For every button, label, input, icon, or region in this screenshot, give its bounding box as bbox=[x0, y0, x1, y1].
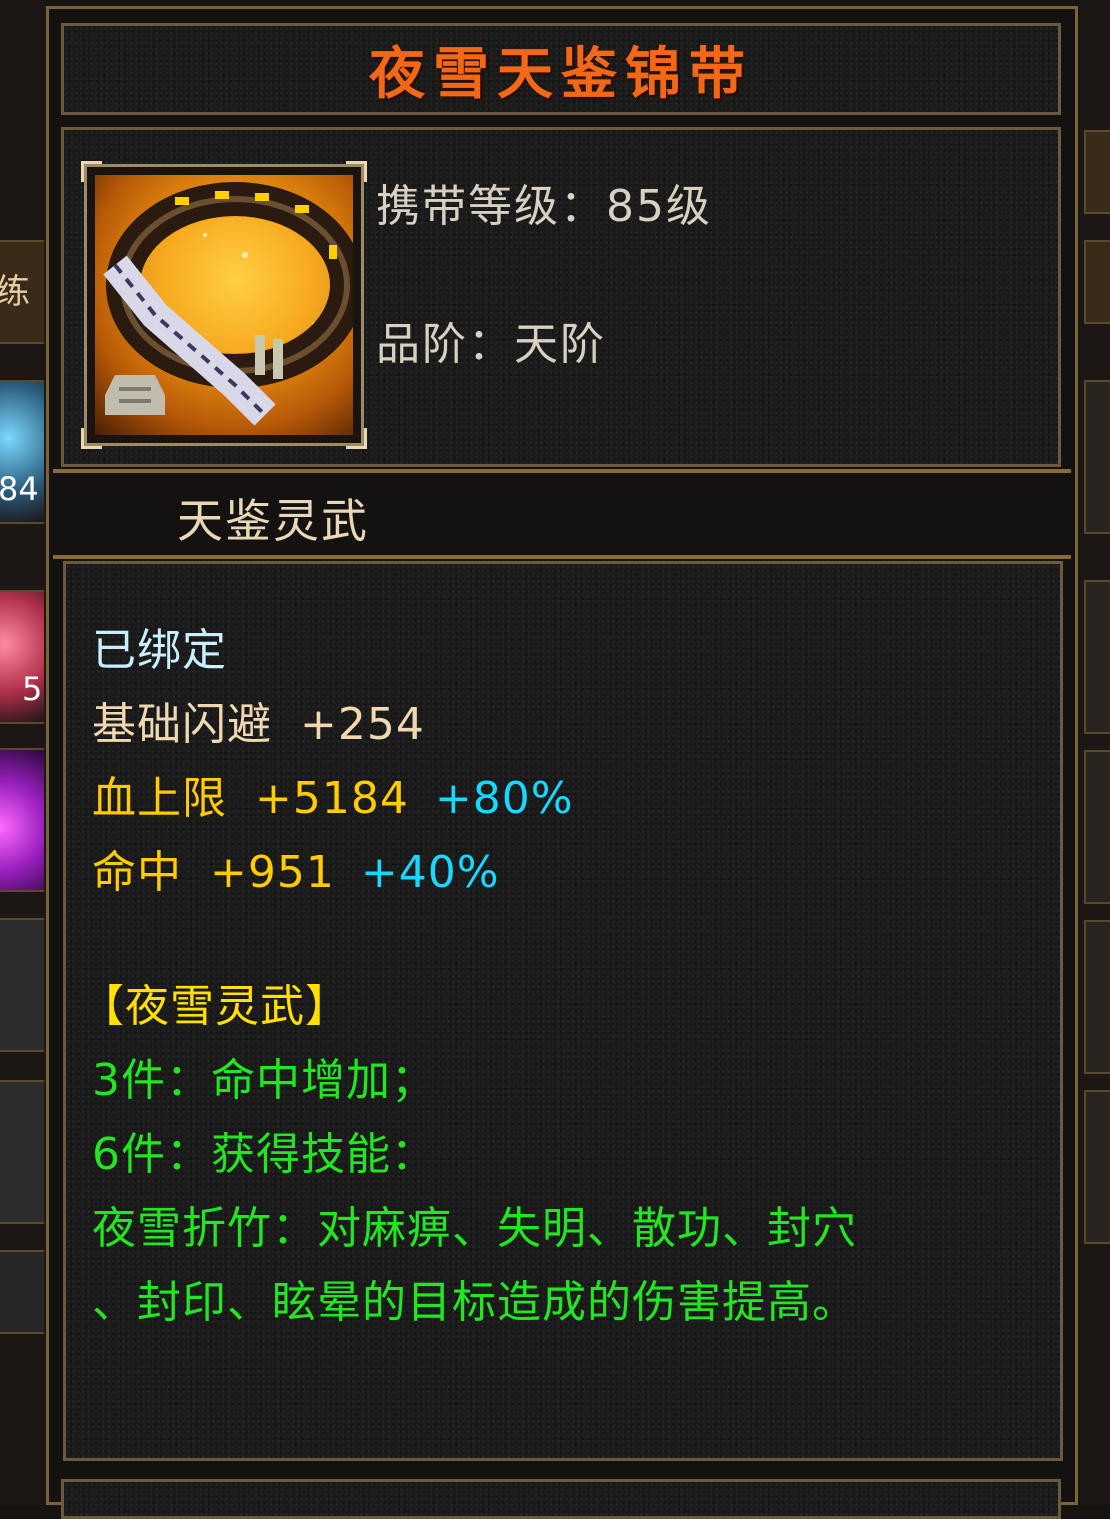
stat-value: +951 bbox=[210, 847, 335, 898]
item-stats-box: 已绑定 基础闪避 +254 血上限 +5184 +80% 命中 +951 +40% 【夜雪… bbox=[63, 561, 1063, 1461]
item-info-box: 携带等级：85级 品阶：天阶 bbox=[61, 127, 1061, 467]
stat-value: +254 bbox=[300, 699, 425, 750]
tooltip-title-bar: 夜雪天鉴锦带 bbox=[61, 23, 1061, 115]
background-tab bbox=[1084, 130, 1110, 214]
item-grade: 品阶：天阶 bbox=[376, 319, 606, 370]
background-slot-count: 84 bbox=[0, 470, 39, 508]
background-slot bbox=[1084, 920, 1110, 1074]
divider bbox=[53, 469, 1071, 473]
set-skill-line-1: 夜雪折竹：对麻痹、失明、散功、封穴 bbox=[92, 1203, 857, 1254]
background-slot bbox=[1084, 580, 1110, 734]
background-slot-empty bbox=[0, 918, 44, 1052]
background-right-panel bbox=[1080, 0, 1110, 1505]
carry-level: 携带等级：85级 bbox=[376, 181, 712, 232]
background-left-panel: 练 84 5 bbox=[0, 0, 46, 1505]
belt-icon bbox=[95, 175, 353, 435]
bound-status: 已绑定 bbox=[92, 625, 227, 676]
stat-value: +5184 bbox=[255, 773, 409, 824]
set-bonus-3: 3件：命中增加； bbox=[92, 1055, 436, 1106]
background-tab bbox=[1084, 240, 1110, 324]
background-slot-empty bbox=[0, 1250, 44, 1334]
background-tab-label: 练 bbox=[0, 272, 30, 312]
item-series: 天鉴灵武 bbox=[177, 494, 369, 548]
background-slot-empty bbox=[0, 1080, 44, 1224]
stat-label: 基础闪避 bbox=[92, 699, 272, 750]
stat-hit: 命中 +951 +40% bbox=[92, 836, 500, 900]
divider bbox=[53, 555, 1071, 559]
stat-bonus: +40% bbox=[360, 847, 500, 898]
set-skill-line-2: 、封印、眩晕的目标造成的伤害提高。 bbox=[92, 1277, 857, 1328]
item-icon-frame bbox=[81, 161, 367, 449]
stat-dodge: 基础闪避 +254 bbox=[92, 688, 425, 752]
set-bonus-6: 6件：获得技能： bbox=[92, 1129, 436, 1180]
background-slot bbox=[1084, 1090, 1110, 1244]
item-name: 夜雪天鉴锦带 bbox=[369, 40, 753, 107]
stat-label: 血上限 bbox=[92, 773, 227, 824]
background-slot bbox=[1084, 750, 1110, 904]
stat-bonus: +80% bbox=[434, 773, 574, 824]
background-tab: 练 bbox=[0, 240, 44, 344]
tooltip-bottom-bar bbox=[61, 1479, 1061, 1519]
item-tooltip: 夜雪天鉴锦带 携带等级：85级 品阶：天阶 天鉴灵武 已绑定 基础闪避 +254… bbox=[46, 6, 1078, 1519]
background-slot-orb: 84 bbox=[0, 380, 44, 524]
stat-hp: 血上限 +5184 +80% bbox=[92, 762, 574, 826]
set-title: 【夜雪灵武】 bbox=[80, 981, 350, 1032]
background-slot-gem: 5 bbox=[0, 590, 44, 724]
background-slot-count: 5 bbox=[22, 670, 43, 708]
background-slot-purple bbox=[0, 748, 44, 892]
background-slot bbox=[1084, 380, 1110, 534]
stat-label: 命中 bbox=[92, 847, 182, 898]
